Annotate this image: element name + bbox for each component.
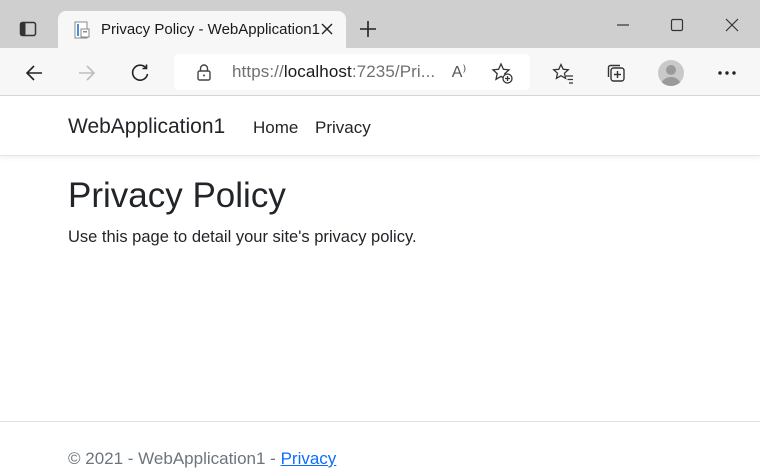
new-tab-button[interactable] (354, 15, 382, 43)
window-close-icon (725, 18, 739, 32)
browser-toolbar: https://localhost:7235/Pri... A⁾ (0, 48, 760, 96)
site-footer: © 2021 - WebApplication1 - Privacy (68, 449, 336, 469)
forward-arrow-icon (79, 65, 96, 81)
maximize-button[interactable] (660, 8, 694, 42)
back-button[interactable] (17, 56, 51, 90)
url-scheme: https:// (232, 62, 284, 81)
browser-title-bar: Privacy Policy - WebApplication1 (0, 0, 760, 48)
page-body-text: Use this page to detail your site's priv… (68, 228, 417, 246)
page-title: Privacy Policy (68, 176, 286, 215)
back-arrow-icon (25, 65, 42, 81)
site-brand-link[interactable]: WebApplication1 (68, 115, 225, 139)
collections-icon (607, 64, 625, 82)
footer-copyright: © 2021 - WebApplication1 - (68, 449, 281, 468)
lock-icon[interactable] (194, 62, 214, 82)
nav-link-privacy[interactable]: Privacy (315, 118, 371, 138)
address-url[interactable]: https://localhost:7235/Pri... (232, 62, 435, 82)
favorites-icon (552, 62, 573, 84)
tab-actions-button[interactable] (8, 10, 48, 48)
add-favorite-icon[interactable] (490, 61, 514, 85)
refresh-button[interactable] (123, 56, 157, 90)
minimize-icon (617, 24, 629, 26)
forward-button[interactable] (70, 56, 104, 90)
refresh-icon (131, 64, 149, 81)
plus-icon (360, 21, 376, 37)
favorites-button[interactable] (546, 56, 580, 90)
nav-link-home[interactable]: Home (253, 118, 298, 138)
maximize-icon (670, 18, 684, 32)
more-options-button[interactable] (710, 56, 744, 90)
address-bar[interactable]: https://localhost:7235/Pri... A⁾ (174, 54, 530, 90)
sidebar-tabs-icon (19, 21, 37, 37)
page-favicon-icon (70, 18, 94, 42)
more-icon (718, 71, 736, 75)
active-tab[interactable]: Privacy Policy - WebApplication1 (58, 11, 346, 48)
profile-avatar-icon[interactable] (658, 60, 684, 86)
url-path: :7235/Pri... (351, 62, 436, 81)
footer-divider (0, 421, 760, 422)
collections-button[interactable] (599, 56, 633, 90)
footer-privacy-link[interactable]: Privacy (281, 449, 337, 468)
minimize-button[interactable] (606, 8, 640, 42)
url-host: localhost (283, 62, 352, 81)
tab-title: Privacy Policy - WebApplication1 (101, 21, 320, 38)
site-navbar: WebApplication1 Home Privacy (0, 97, 760, 156)
window-close-button[interactable] (715, 8, 749, 42)
read-aloud-icon[interactable]: A⁾ (448, 61, 470, 83)
close-icon[interactable] (317, 19, 337, 39)
